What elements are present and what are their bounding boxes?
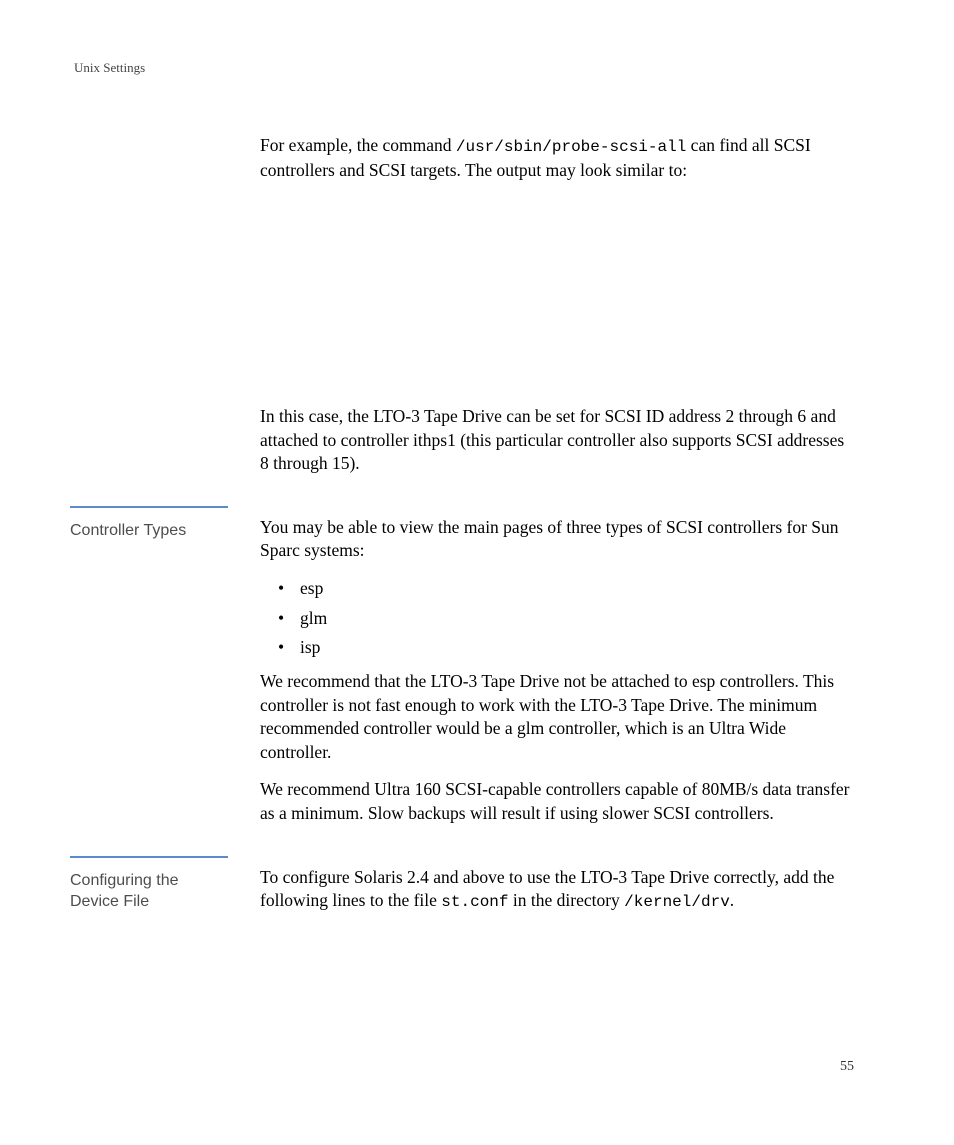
sec2-text-c: . [730, 890, 734, 910]
section-controller-types: Controller Types You may be able to view… [260, 516, 854, 826]
intro-text-a: For example, the command [260, 135, 456, 155]
inline-code-stconf: st.conf [441, 893, 508, 911]
intro-paragraph-1: For example, the command /usr/sbin/probe… [260, 134, 854, 182]
inline-command: /usr/sbin/probe-scsi-all [456, 138, 686, 156]
section-label-controller-types: Controller Types [70, 520, 225, 542]
page-header: Unix Settings [74, 60, 854, 76]
sec2-text-b: in the directory [509, 890, 625, 910]
section-rule [70, 856, 228, 858]
list-item: glm [260, 607, 854, 631]
controller-types-list: esp glm isp [260, 577, 854, 660]
inline-code-kerneldrv: /kernel/drv [624, 893, 730, 911]
code-output-block: isp0 at sbus0: SBus slot 0 0x10000 SBus … [260, 200, 854, 383]
sec1-paragraph-3: We recommend Ultra 160 SCSI-capable cont… [260, 778, 854, 825]
list-item: isp [260, 636, 854, 660]
sec1-paragraph-2: We recommend that the LTO-3 Tape Drive n… [260, 670, 854, 765]
sec1-paragraph-1: You may be able to view the main pages o… [260, 516, 854, 563]
code-config-block: tape-config-list = "CERTANCE ULTRIUM 3",… [260, 932, 854, 1013]
page-number: 55 [840, 1059, 854, 1075]
intro-paragraph-2: In this case, the LTO-3 Tape Drive can b… [260, 405, 854, 476]
list-item: esp [260, 577, 854, 601]
section-rule [70, 506, 228, 508]
sec2-paragraph-1: To configure Solaris 2.4 and above to us… [260, 866, 854, 914]
section-configuring-device-file: Configuring the Device File To configure… [260, 866, 854, 1013]
section-label-configuring: Configuring the Device File [70, 870, 225, 913]
